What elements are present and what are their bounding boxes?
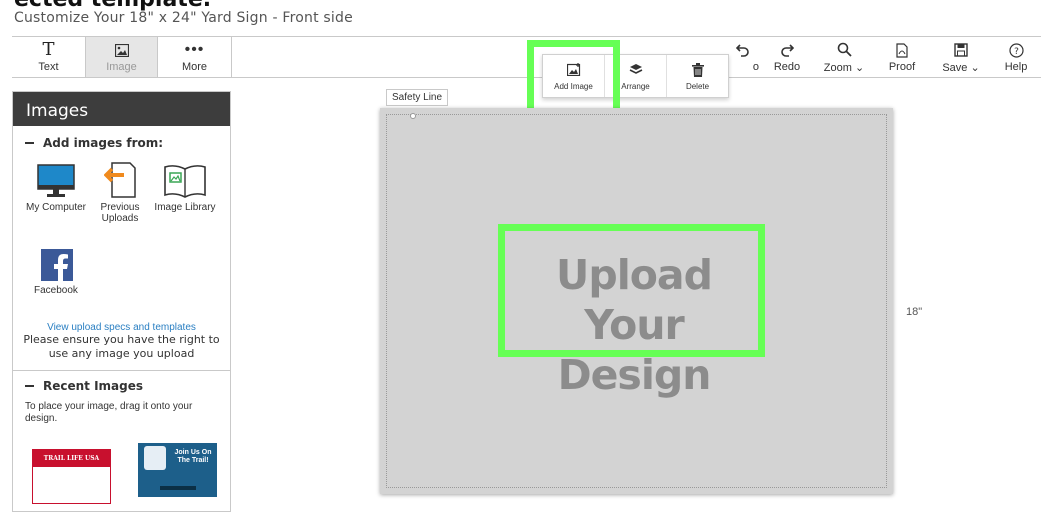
more-tool-label: More xyxy=(181,61,208,73)
facebook-icon xyxy=(21,243,91,281)
trash-icon xyxy=(691,62,704,78)
add-image-label: Add Image xyxy=(554,81,593,91)
monitor-icon xyxy=(21,160,91,198)
canvas-height-label: 18" xyxy=(906,306,923,318)
chevron-down-icon: ⌄ xyxy=(854,61,865,74)
undo-button[interactable]: o xyxy=(727,37,759,77)
trail-life-logo: TRAIL LIFE USA xyxy=(33,450,110,467)
image-tool-label: Image xyxy=(106,61,137,73)
image-icon xyxy=(114,41,129,59)
editor-toolbar: T Text Image ••• More o Redo Zoom ⌄ Proo… xyxy=(12,36,1041,78)
toolbar-divider xyxy=(231,37,232,77)
recent-image-thumbnail[interactable]: TRAIL LIFE USA xyxy=(32,449,111,504)
rights-note: Please ensure you have the right to use … xyxy=(23,333,220,360)
library-book-icon xyxy=(150,160,220,198)
image-library-label: Image Library xyxy=(154,202,216,213)
text-tool-label: Text xyxy=(38,61,59,73)
add-images-heading: Add images from: xyxy=(43,136,164,150)
recent-images-section-toggle[interactable]: Recent Images xyxy=(13,373,230,399)
collapse-icon xyxy=(25,142,34,144)
recent-images-heading: Recent Images xyxy=(43,379,144,393)
add-image-icon xyxy=(566,62,581,78)
image-sources: My Computer Previous Uploads Image Libra… xyxy=(13,156,230,326)
proof-icon xyxy=(896,41,908,59)
delete-label: Delete xyxy=(685,81,710,91)
proof-label: Proof xyxy=(888,61,916,73)
upload-design-placeholder[interactable]: Upload Your Design xyxy=(510,250,758,400)
image-tool-button[interactable]: Image xyxy=(85,37,158,77)
arrange-button[interactable]: Arrange xyxy=(605,55,667,97)
help-label: Help xyxy=(1004,61,1028,73)
proof-button[interactable]: Proof xyxy=(873,37,931,77)
source-facebook[interactable]: Facebook xyxy=(21,243,91,296)
more-icon: ••• xyxy=(184,41,205,58)
more-tool-button[interactable]: ••• More xyxy=(158,37,231,77)
delete-button[interactable]: Delete xyxy=(667,55,728,97)
facebook-label: Facebook xyxy=(34,285,78,296)
chevron-down-icon: ⌄ xyxy=(970,61,980,74)
redo-label: Redo xyxy=(773,61,801,73)
save-button[interactable]: Save ⌄ xyxy=(931,37,991,77)
images-panel: Images Add images from: My Computer Prev… xyxy=(12,91,231,512)
recent-images-list: TRAIL LIFE USA Join Us On The Trail! xyxy=(13,425,230,505)
collapse-icon xyxy=(25,385,34,387)
add-image-button[interactable]: Add Image xyxy=(543,55,605,97)
image-context-menu: Add Image Arrange Delete xyxy=(542,54,729,98)
arrange-label: Arrange xyxy=(621,81,650,91)
save-label: Save ⌄ xyxy=(942,61,980,74)
zoom-button[interactable]: Zoom ⌄ xyxy=(815,37,873,77)
panel-title: Images xyxy=(13,92,230,126)
my-computer-label: My Computer xyxy=(25,202,86,213)
safety-line-label: Safety Line xyxy=(386,89,449,106)
recent-images-note: To place your image, drag it onto your d… xyxy=(25,401,193,424)
thumbnail-caption: Join Us On The Trail! xyxy=(174,449,212,464)
thumbnail-footer-bar xyxy=(160,486,196,490)
trail-badge-icon xyxy=(144,446,166,470)
help-icon: ? xyxy=(1008,41,1024,59)
source-previous-uploads[interactable]: Previous Uploads xyxy=(85,160,155,224)
text-tool-button[interactable]: T Text xyxy=(12,37,85,77)
source-image-library[interactable]: Image Library xyxy=(150,160,220,213)
svg-text:?: ? xyxy=(1014,47,1019,57)
zoom-icon xyxy=(837,41,852,59)
undo-icon xyxy=(736,41,750,59)
source-my-computer[interactable]: My Computer xyxy=(21,160,91,213)
previous-uploads-label: Previous Uploads xyxy=(100,202,140,224)
save-icon xyxy=(954,41,968,59)
add-images-section-toggle[interactable]: Add images from: xyxy=(13,130,230,156)
rotate-handle[interactable] xyxy=(410,113,416,119)
previous-uploads-icon xyxy=(85,160,155,198)
redo-icon xyxy=(780,41,794,59)
page-subtitle: Customize Your 18" x 24" Yard Sign - Fro… xyxy=(14,10,353,26)
panel-divider xyxy=(13,370,230,371)
text-icon: T xyxy=(42,39,55,60)
zoom-label: Zoom ⌄ xyxy=(823,61,865,74)
layers-icon xyxy=(629,62,643,78)
help-button[interactable]: ? Help xyxy=(991,37,1041,77)
recent-image-thumbnail[interactable]: Join Us On The Trail! xyxy=(138,443,217,497)
redo-button[interactable]: Redo xyxy=(759,37,815,77)
